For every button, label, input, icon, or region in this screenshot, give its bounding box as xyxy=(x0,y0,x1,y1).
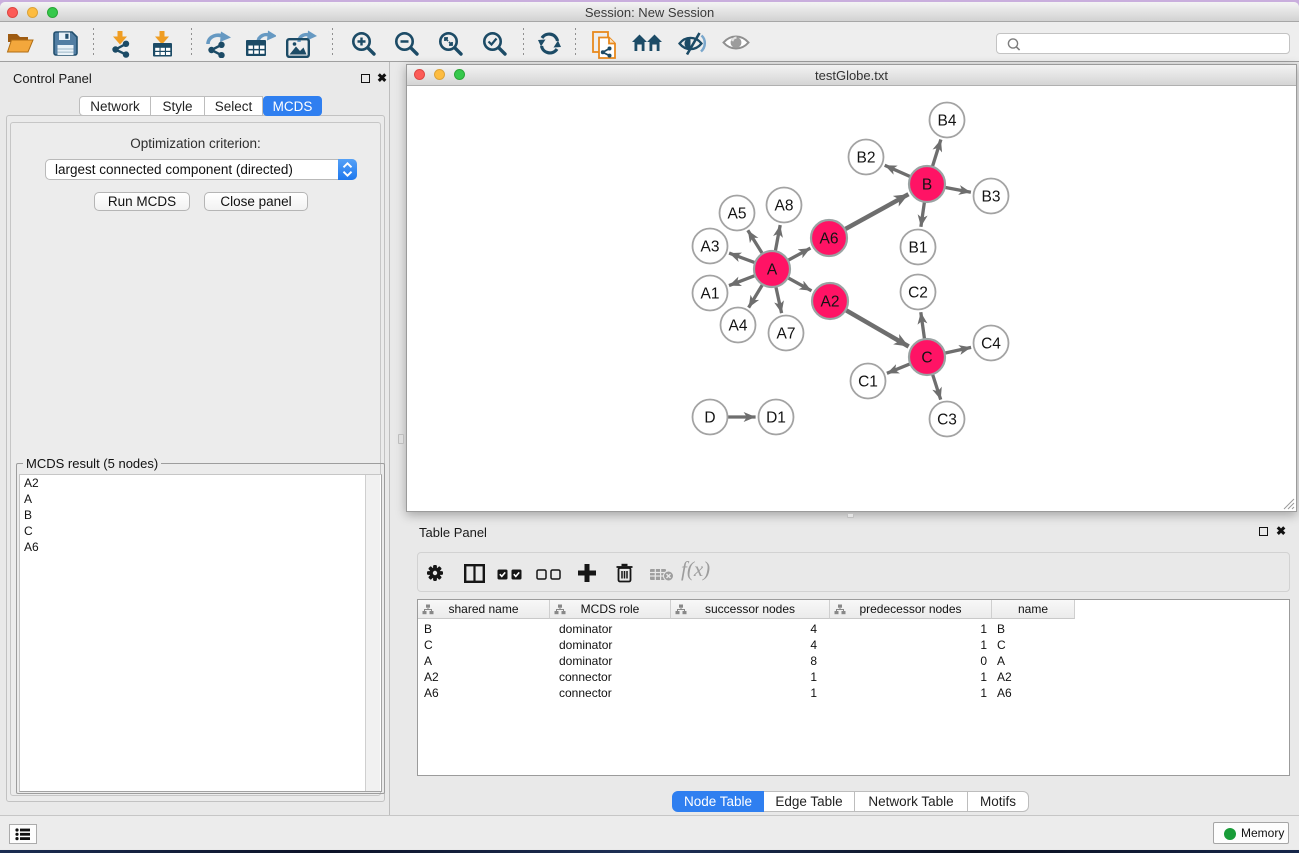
svg-text:B3: B3 xyxy=(982,189,1001,206)
svg-text:A1: A1 xyxy=(701,286,720,303)
svg-text:C3: C3 xyxy=(937,412,957,429)
svg-text:C: C xyxy=(921,350,932,367)
svg-text:B1: B1 xyxy=(909,240,928,257)
svg-text:B4: B4 xyxy=(938,113,957,130)
svg-text:A7: A7 xyxy=(777,326,796,343)
svg-text:C1: C1 xyxy=(858,374,878,391)
svg-text:A4: A4 xyxy=(729,318,748,335)
svg-text:A3: A3 xyxy=(701,239,720,256)
svg-text:A2: A2 xyxy=(821,294,840,311)
svg-text:B: B xyxy=(922,177,932,194)
svg-text:B2: B2 xyxy=(857,150,876,167)
svg-text:C2: C2 xyxy=(908,285,928,302)
svg-text:C4: C4 xyxy=(981,336,1001,353)
svg-text:A8: A8 xyxy=(775,198,794,215)
svg-text:A5: A5 xyxy=(728,206,747,223)
svg-text:A6: A6 xyxy=(820,231,839,248)
svg-text:D1: D1 xyxy=(766,410,786,427)
svg-text:D: D xyxy=(704,410,715,427)
svg-text:A: A xyxy=(767,262,778,279)
